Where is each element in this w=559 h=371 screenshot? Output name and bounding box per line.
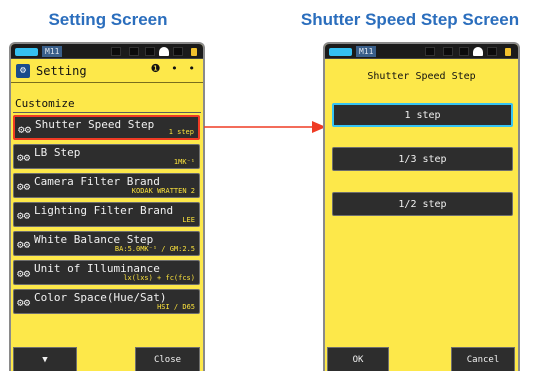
shutter-speed-step-screen-heading: Shutter Speed Step Screen <box>300 10 520 29</box>
chevron-down-icon: ▼ <box>42 355 48 365</box>
status-block-icon <box>459 47 469 56</box>
status-block-icon <box>487 47 497 56</box>
menu-item-white-balance-step[interactable]: ⚙⚙ White Balance Step BA:5.0MK⁻¹ / GM:2.… <box>13 231 200 256</box>
menu-item-label: LB Step <box>34 146 81 159</box>
wireless-icon <box>159 47 169 56</box>
menu-item-value: LEE <box>182 216 195 224</box>
menu-item-shutter-speed-step[interactable]: ⚙⚙ Shutter Speed Step 1 step <box>13 115 200 140</box>
gear-icon: ⚙⚙ <box>17 180 31 193</box>
setting-screen: M11 ⚙ Setting ❶ • • Customize ⚙⚙ Shutter… <box>9 42 205 371</box>
menu-item-color-space[interactable]: ⚙⚙ Color Space(Hue/Sat) HSI / D65 <box>13 289 200 314</box>
menu-item-camera-filter-brand[interactable]: ⚙⚙ Camera Filter Brand KODAK WRATTEN 2 <box>13 173 200 198</box>
close-button[interactable]: Close <box>135 347 200 371</box>
gear-icon: ⚙⚙ <box>17 267 31 280</box>
menu-item-lighting-filter-brand[interactable]: ⚙⚙ Lighting Filter Brand LEE <box>13 202 200 227</box>
cancel-button[interactable]: Cancel <box>451 347 515 371</box>
status-block-icon <box>173 47 183 56</box>
page-title: Shutter Speed Step <box>367 71 476 82</box>
memory-channel: M11 <box>42 46 63 57</box>
setting-screen-heading: Setting Screen <box>48 10 168 29</box>
menu-item-value: HSI / D65 <box>157 303 195 311</box>
status-block-icon <box>111 47 121 56</box>
option-1-3-step[interactable]: 1/3 step <box>332 147 513 171</box>
gear-icon: ⚙⚙ <box>17 296 31 309</box>
power-icon <box>191 48 197 56</box>
right-arrow-icon <box>204 121 326 133</box>
menu-item-unit-of-illuminance[interactable]: ⚙⚙ Unit of Illuminance lx(lxs) + fc(fcs) <box>13 260 200 285</box>
status-block-icon <box>443 47 453 56</box>
shutter-speed-step-screen: M11 Shutter Speed Step 1 step 1/3 step 1… <box>323 42 520 371</box>
title-bar: ⚙ Setting ❶ • • <box>11 59 203 83</box>
menu-item-value: KODAK WRATTEN 2 <box>131 187 195 195</box>
gear-icon: ⚙⚙ <box>17 209 31 222</box>
menu-item-lb-step[interactable]: ⚙⚙ LB Step 1MK⁻¹ <box>13 144 200 169</box>
section-label: Customize <box>13 97 201 113</box>
page-title: Setting <box>36 63 87 78</box>
menu-item-label: Color Space(Hue/Sat) <box>34 291 167 304</box>
status-block-icon <box>425 47 435 56</box>
scroll-down-button[interactable]: ▼ <box>13 347 77 371</box>
status-bar: M11 <box>11 44 203 59</box>
gear-icon: ⚙⚙ <box>18 123 32 136</box>
option-1-step[interactable]: 1 step <box>332 103 513 127</box>
gear-icon: ⚙⚙ <box>17 151 31 164</box>
memory-channel: M11 <box>356 46 377 57</box>
menu-item-value: 1 step <box>168 128 194 136</box>
wireless-icon <box>473 47 483 56</box>
menu-item-label: Shutter Speed Step <box>35 118 155 131</box>
ok-button[interactable]: OK <box>327 347 389 371</box>
option-1-2-step[interactable]: 1/2 step <box>332 192 513 216</box>
status-block-icon <box>129 47 139 56</box>
power-icon <box>505 48 511 56</box>
menu-item-value: BA:5.0MK⁻¹ / GM:2.5 <box>114 245 195 253</box>
setting-icon: ⚙ <box>16 63 30 78</box>
status-bar: M11 <box>325 44 518 59</box>
status-block-icon <box>145 47 155 56</box>
menu-item-value: lx(lxs) + fc(fcs) <box>123 274 195 282</box>
gear-icon: ⚙⚙ <box>17 238 31 251</box>
battery-icon <box>329 48 352 56</box>
battery-icon <box>15 48 38 56</box>
menu-item-value: 1MK⁻¹ <box>173 158 195 166</box>
page-indicator: ❶ • • <box>150 62 197 75</box>
menu-item-label: Lighting Filter Brand <box>34 204 174 217</box>
